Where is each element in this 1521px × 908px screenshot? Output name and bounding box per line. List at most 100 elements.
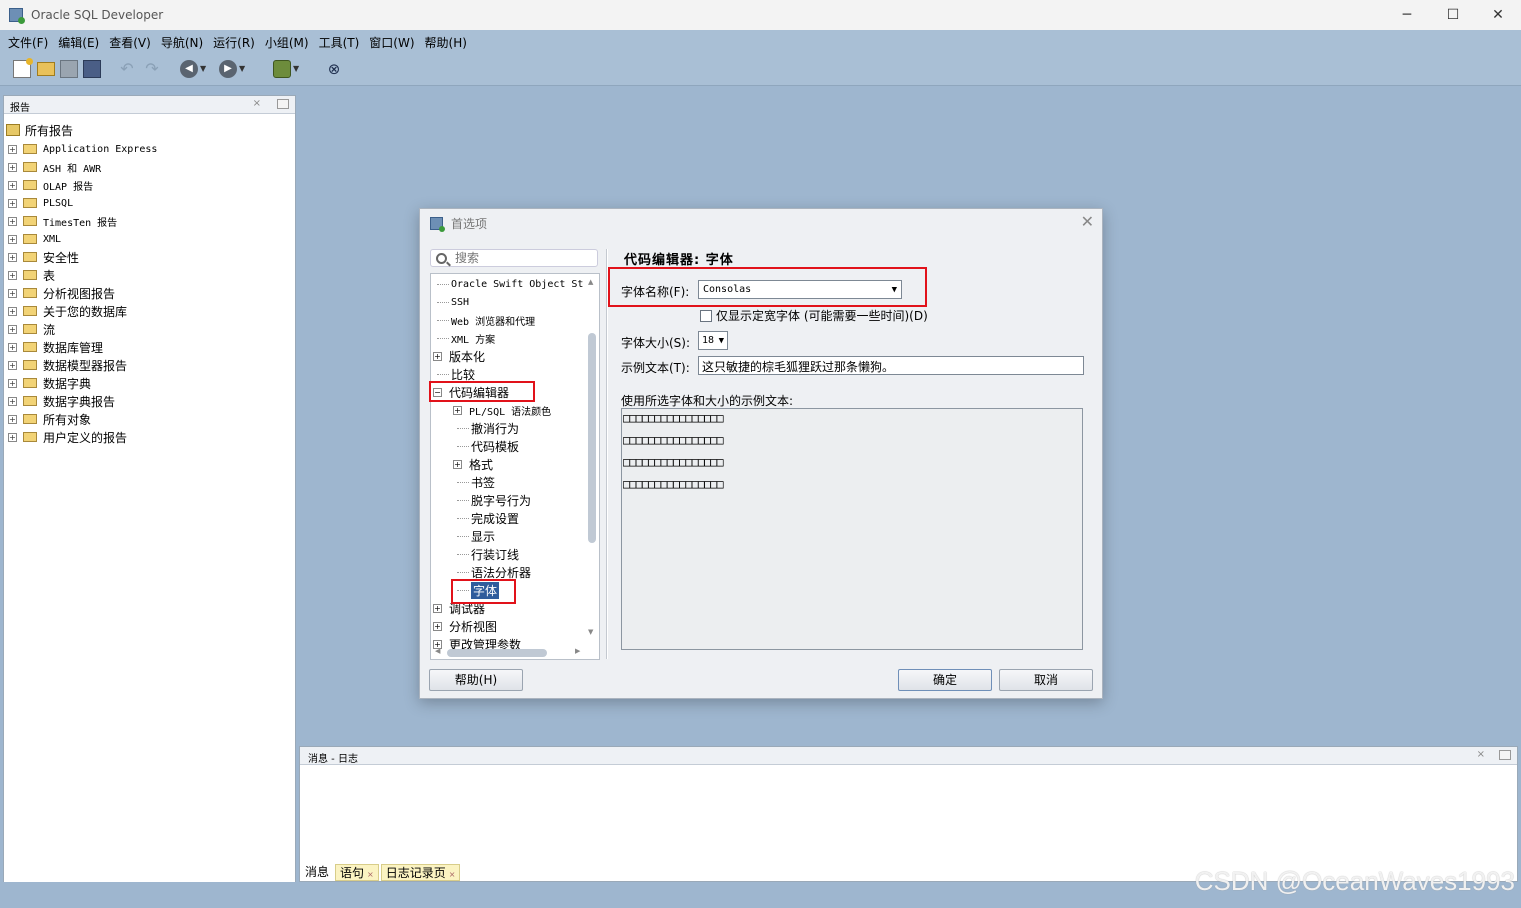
expand-icon[interactable]: + (433, 621, 442, 631)
pref-tree-item[interactable]: SSH (433, 293, 469, 311)
scroll-left-icon[interactable]: ◀ (435, 647, 440, 655)
pref-tree-item[interactable]: − 代码编辑器 (433, 383, 509, 401)
help-button[interactable]: 帮助(H) (429, 669, 523, 691)
pref-tree-item[interactable]: 语法分析器 (453, 563, 531, 581)
reports-root[interactable]: 所有报告 (6, 122, 73, 138)
pref-tree-item[interactable]: 撤消行为 (453, 419, 519, 437)
vertical-scrollbar[interactable]: ▲ ▼ (586, 278, 597, 638)
forward-icon[interactable]: ▶ (219, 60, 237, 78)
pref-tree-item[interactable]: 字体 (453, 581, 500, 599)
pref-tree-item[interactable]: + PL/SQL 语法颜色 (453, 401, 551, 419)
expand-icon[interactable]: + (8, 180, 17, 190)
close-button[interactable]: ✕ (1475, 0, 1521, 30)
scroll-up-icon[interactable]: ▲ (588, 278, 593, 286)
close-icon[interactable]: × (367, 870, 374, 879)
back-icon[interactable]: ◀ (180, 60, 198, 78)
report-tree-item[interactable]: + OLAP 报告 (8, 176, 157, 194)
open-folder-icon[interactable] (37, 62, 55, 76)
pref-tree-item[interactable]: + 格式 (453, 455, 493, 473)
menu-help[interactable]: 帮助(H) (421, 34, 471, 51)
expand-icon[interactable]: + (8, 414, 17, 424)
menu-file[interactable]: 文件(F) (4, 34, 52, 51)
expand-icon[interactable]: + (433, 351, 442, 361)
undo-icon[interactable]: ↶ (118, 60, 136, 78)
report-tree-item[interactable]: + 数据字典 (8, 374, 157, 392)
menu-view[interactable]: 查看(V) (105, 34, 155, 51)
pref-tree-item[interactable]: 显示 (453, 527, 495, 545)
search-input[interactable] (455, 251, 585, 265)
report-tree-item[interactable]: + PLSQL (8, 194, 157, 212)
expand-icon[interactable]: + (8, 432, 17, 442)
close-icon[interactable]: ✕ (1081, 212, 1094, 231)
report-tree-item[interactable]: + XML (8, 230, 157, 248)
report-tree-item[interactable]: + Application Express (8, 140, 157, 158)
pref-tree-item[interactable]: 脱字号行为 (453, 491, 531, 509)
minimize-panel-icon[interactable] (277, 99, 289, 109)
expand-icon[interactable]: + (8, 360, 17, 370)
save-all-icon[interactable] (83, 60, 101, 78)
report-tree-item[interactable]: + 所有对象 (8, 410, 157, 428)
pref-tree-item[interactable]: Web 浏览器和代理 (433, 311, 535, 329)
scrollbar-thumb[interactable] (447, 649, 547, 657)
pref-tree-item[interactable]: + 调试器 (433, 599, 485, 617)
expand-icon[interactable]: + (453, 459, 462, 469)
expand-icon[interactable]: + (8, 396, 17, 406)
pref-tree-item[interactable]: + 分析视图 (433, 617, 497, 635)
pref-tree-item[interactable]: 书签 (453, 473, 495, 491)
expand-icon[interactable]: + (8, 378, 17, 388)
panel-splitter[interactable] (606, 249, 608, 659)
menu-team[interactable]: 小组(M) (261, 34, 313, 51)
menu-tools[interactable]: 工具(T) (315, 34, 364, 51)
new-file-icon[interactable] (13, 58, 33, 78)
cancel-button[interactable]: 取消 (999, 669, 1093, 691)
redo-icon[interactable]: ↷ (143, 60, 161, 78)
close-icon[interactable]: × (449, 870, 456, 879)
report-tree-item[interactable]: + 关于您的数据库 (8, 302, 157, 320)
pref-tree-item[interactable]: + 版本化 (433, 347, 485, 365)
report-tree-item[interactable]: + 表 (8, 266, 157, 284)
report-tree-item[interactable]: + 数据模型器报告 (8, 356, 157, 374)
scroll-down-icon[interactable]: ▼ (588, 628, 593, 636)
tab-logging-page[interactable]: 日志记录页 × (380, 863, 461, 881)
database-connect-icon[interactable] (273, 60, 291, 78)
find-db-object-icon[interactable]: ⊗ (325, 60, 343, 78)
reports-tab[interactable]: 报告 (10, 99, 30, 114)
menu-window[interactable]: 窗口(W) (365, 34, 418, 51)
pref-tree-item[interactable]: 比较 (433, 365, 475, 383)
maximize-button[interactable]: ☐ (1430, 0, 1476, 30)
back-dropdown-icon[interactable]: ▼ (200, 60, 210, 78)
pref-tree-item[interactable]: Oracle Swift Object St (433, 275, 583, 293)
expand-icon[interactable]: + (8, 216, 17, 226)
font-size-select[interactable]: 18 ▼ (698, 331, 728, 350)
expand-icon[interactable]: + (8, 198, 17, 208)
menu-navigate[interactable]: 导航(N) (157, 34, 207, 51)
minimize-button[interactable]: ─ (1384, 0, 1430, 30)
report-tree-item[interactable]: + 用户定义的报告 (8, 428, 157, 446)
report-tree-item[interactable]: + ASH 和 AWR (8, 158, 157, 176)
messages-log-tab[interactable]: 消息 - 日志 (308, 750, 358, 765)
report-tree-item[interactable]: + 数据字典报告 (8, 392, 157, 410)
checkbox-box[interactable] (700, 309, 712, 322)
expand-icon[interactable]: + (8, 234, 17, 244)
menu-run[interactable]: 运行(R) (209, 34, 259, 51)
report-tree-item[interactable]: + 数据库管理 (8, 338, 157, 356)
only-monospace-checkbox[interactable]: 仅显示定宽字体 (可能需要一些时间)(D) (700, 307, 928, 324)
tab-statements[interactable]: 语句 × (335, 863, 379, 881)
close-icon[interactable]: × (1477, 749, 1485, 760)
horizontal-scrollbar[interactable]: ◀ ▶ (433, 647, 583, 658)
scrollbar-thumb[interactable] (588, 333, 596, 543)
pref-tree-item[interactable]: 完成设置 (453, 509, 519, 527)
minimize-panel-icon[interactable] (1499, 750, 1511, 760)
forward-dropdown-icon[interactable]: ▼ (239, 60, 249, 78)
pref-tree-item[interactable]: XML 方案 (433, 329, 495, 347)
font-name-select[interactable]: Consolas ▼ (698, 280, 902, 299)
expand-icon[interactable]: + (8, 252, 17, 262)
report-tree-item[interactable]: + TimesTen 报告 (8, 212, 157, 230)
expand-icon[interactable]: + (433, 603, 442, 613)
pref-tree-item[interactable]: 代码模板 (453, 437, 519, 455)
ok-button[interactable]: 确定 (898, 669, 992, 691)
close-icon[interactable]: × (253, 98, 261, 109)
expand-icon[interactable]: + (8, 306, 17, 316)
expand-icon[interactable]: + (8, 288, 17, 298)
collapse-icon[interactable]: − (433, 387, 442, 397)
